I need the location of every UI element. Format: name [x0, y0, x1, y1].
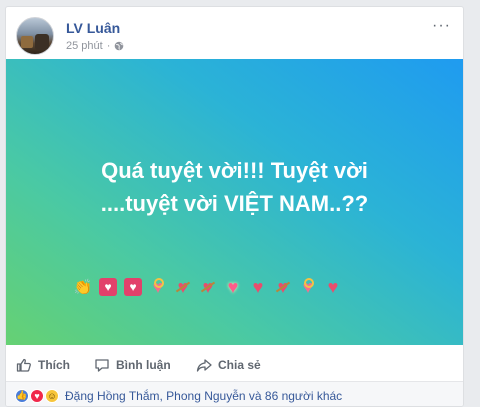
post-time[interactable]: 25 phút [66, 40, 103, 52]
love-icon: ♥ [30, 388, 44, 403]
share-label: Chia sẻ [218, 358, 261, 372]
clapping-hands-icon: 👏 [73, 279, 93, 296]
post-text: Quá tuyệt vời!!! Tuyệt vời ....tuyệt vời… [6, 154, 463, 220]
heart-icon: ♥ [252, 276, 264, 297]
emoji-row: 👏 ♥ ♥ ♥ ♥ ♥ ♥ ♥ ♥ ♥ ♥ [72, 277, 402, 297]
post-text-background: Quá tuyệt vời!!! Tuyệt vời ....tuyệt vời… [6, 59, 463, 345]
sparkling-heart-icon: ♥ [227, 276, 239, 297]
heart-arrow-icon: ♥ [172, 277, 194, 297]
comment-label: Bình luận [116, 358, 171, 372]
avatar-detail [35, 34, 49, 50]
heart-box-icon: ♥ [122, 277, 144, 297]
reaction-icons: 👍 ♥ ☺ [15, 388, 59, 403]
heart-ribbon-icon: ♥ [147, 277, 169, 297]
haha-icon: ☺ [45, 388, 59, 403]
heart-arrow-icon: ♥ [197, 277, 219, 297]
avatar-detail [21, 36, 33, 48]
like-icon: 👍 [15, 388, 29, 403]
reactions-bar[interactable]: 👍 ♥ ☺ Đặng Hồng Thắm, Phong Nguyễn và 86… [6, 381, 463, 406]
comment-icon [95, 359, 109, 372]
post-card: LV Luân 25 phút · ··· Quá tuyệt vời!!! T… [5, 6, 464, 407]
author-name[interactable]: LV Luân [66, 20, 120, 36]
comment-button[interactable]: Bình luận [94, 357, 171, 373]
heart-arrow-icon: ♥ [272, 277, 294, 297]
share-button[interactable]: Chia sẻ [196, 357, 261, 373]
post-meta: 25 phút · [66, 40, 124, 52]
author-avatar[interactable] [16, 17, 54, 55]
post-text-line: ....tuyệt vời VIỆT NAM..?? [100, 191, 369, 216]
post-header: LV Luân 25 phút · ··· [6, 7, 463, 63]
post-text-line: Quá tuyệt vời!!! Tuyệt vời [101, 158, 368, 183]
heart-box-icon: ♥ [97, 277, 119, 297]
heart-icon: ♥ [327, 276, 339, 297]
heart-ribbon-icon: ♥ [297, 277, 319, 297]
reactions-summary[interactable]: Đặng Hồng Thắm, Phong Nguyễn và 86 người… [65, 389, 342, 403]
separator: · [106, 40, 111, 52]
share-icon [196, 359, 212, 372]
like-label: Thích [38, 358, 70, 372]
like-button[interactable]: Thích [16, 357, 70, 373]
thumbs-up-icon [16, 358, 31, 372]
more-options-button[interactable]: ··· [432, 17, 451, 35]
globe-icon[interactable] [114, 41, 124, 51]
